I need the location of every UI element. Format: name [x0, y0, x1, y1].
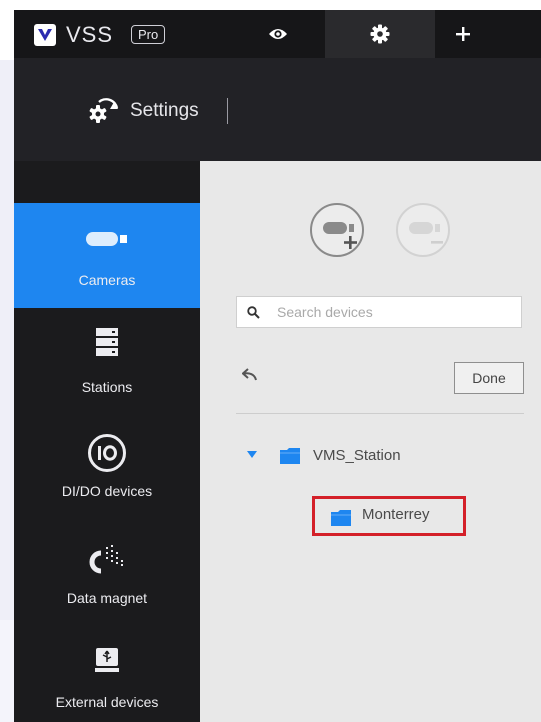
camera-settings-panel: Done VMS_Station Monterrey [200, 161, 541, 722]
vivotek-logo-icon [34, 24, 56, 46]
search-icon [247, 306, 260, 319]
back-arrow-icon [241, 368, 257, 381]
search-box [236, 296, 522, 328]
plus-icon [456, 27, 470, 41]
tab-view[interactable] [228, 10, 328, 58]
brand-name: VSS [66, 22, 114, 47]
tab-add[interactable] [438, 10, 488, 58]
search-input[interactable] [277, 303, 513, 321]
folder-icon [280, 448, 300, 464]
sidebar-item-label: Stations [81, 379, 133, 395]
edition-badge: Pro [131, 25, 166, 44]
sidebar-item-cameras[interactable]: Cameras [14, 203, 200, 308]
settings-refresh-icon [89, 98, 119, 123]
tree-node-monterrey[interactable]: Monterrey [312, 496, 466, 536]
io-icon [14, 433, 200, 473]
sidebar-item-stations[interactable]: Stations [14, 308, 200, 413]
remove-camera-button[interactable] [396, 203, 450, 257]
tab-settings[interactable] [325, 10, 435, 58]
done-button[interactable]: Done [454, 362, 524, 394]
top-bar: VSS Pro [14, 10, 541, 58]
settings-header: Settings [14, 58, 541, 161]
add-camera-icon [323, 222, 357, 249]
folder-icon [331, 510, 351, 526]
server-icon [14, 322, 200, 362]
toolbar-divider [236, 413, 524, 414]
sidebar-item-label: DI/DO devices [61, 483, 153, 499]
sidebar-item-dido-devices[interactable]: DI/DO devices [14, 413, 200, 518]
tree-node-label: VMS_Station [313, 447, 401, 464]
sidebar-item-external-devices[interactable]: External devices [14, 623, 200, 722]
camera-icon [14, 219, 200, 259]
eye-icon [269, 29, 287, 39]
usb-drive-icon [14, 641, 200, 681]
app-window: VSS Pro Settings Cameras Stations DI/DO … [14, 10, 541, 722]
sidebar-item-label: Cameras [78, 272, 136, 288]
sidebar-item-data-magnet[interactable]: Data magnet [14, 518, 200, 623]
tree-node-vms-station[interactable]: VMS_Station [246, 444, 466, 468]
caret-down-icon[interactable] [246, 450, 258, 459]
gear-icon [370, 24, 390, 44]
header-divider [227, 98, 228, 124]
sidebar: Cameras Stations DI/DO devices Data magn… [14, 161, 200, 722]
magnet-icon [14, 540, 200, 580]
page-title: Settings [130, 100, 199, 121]
add-camera-button[interactable] [310, 203, 364, 257]
back-button[interactable] [241, 367, 258, 386]
remove-camera-icon [409, 222, 443, 244]
sidebar-item-label: External devices [55, 694, 159, 710]
tree-node-label: Monterrey [362, 506, 430, 523]
page-background-left [0, 60, 14, 620]
sidebar-item-label: Data magnet [66, 590, 148, 606]
